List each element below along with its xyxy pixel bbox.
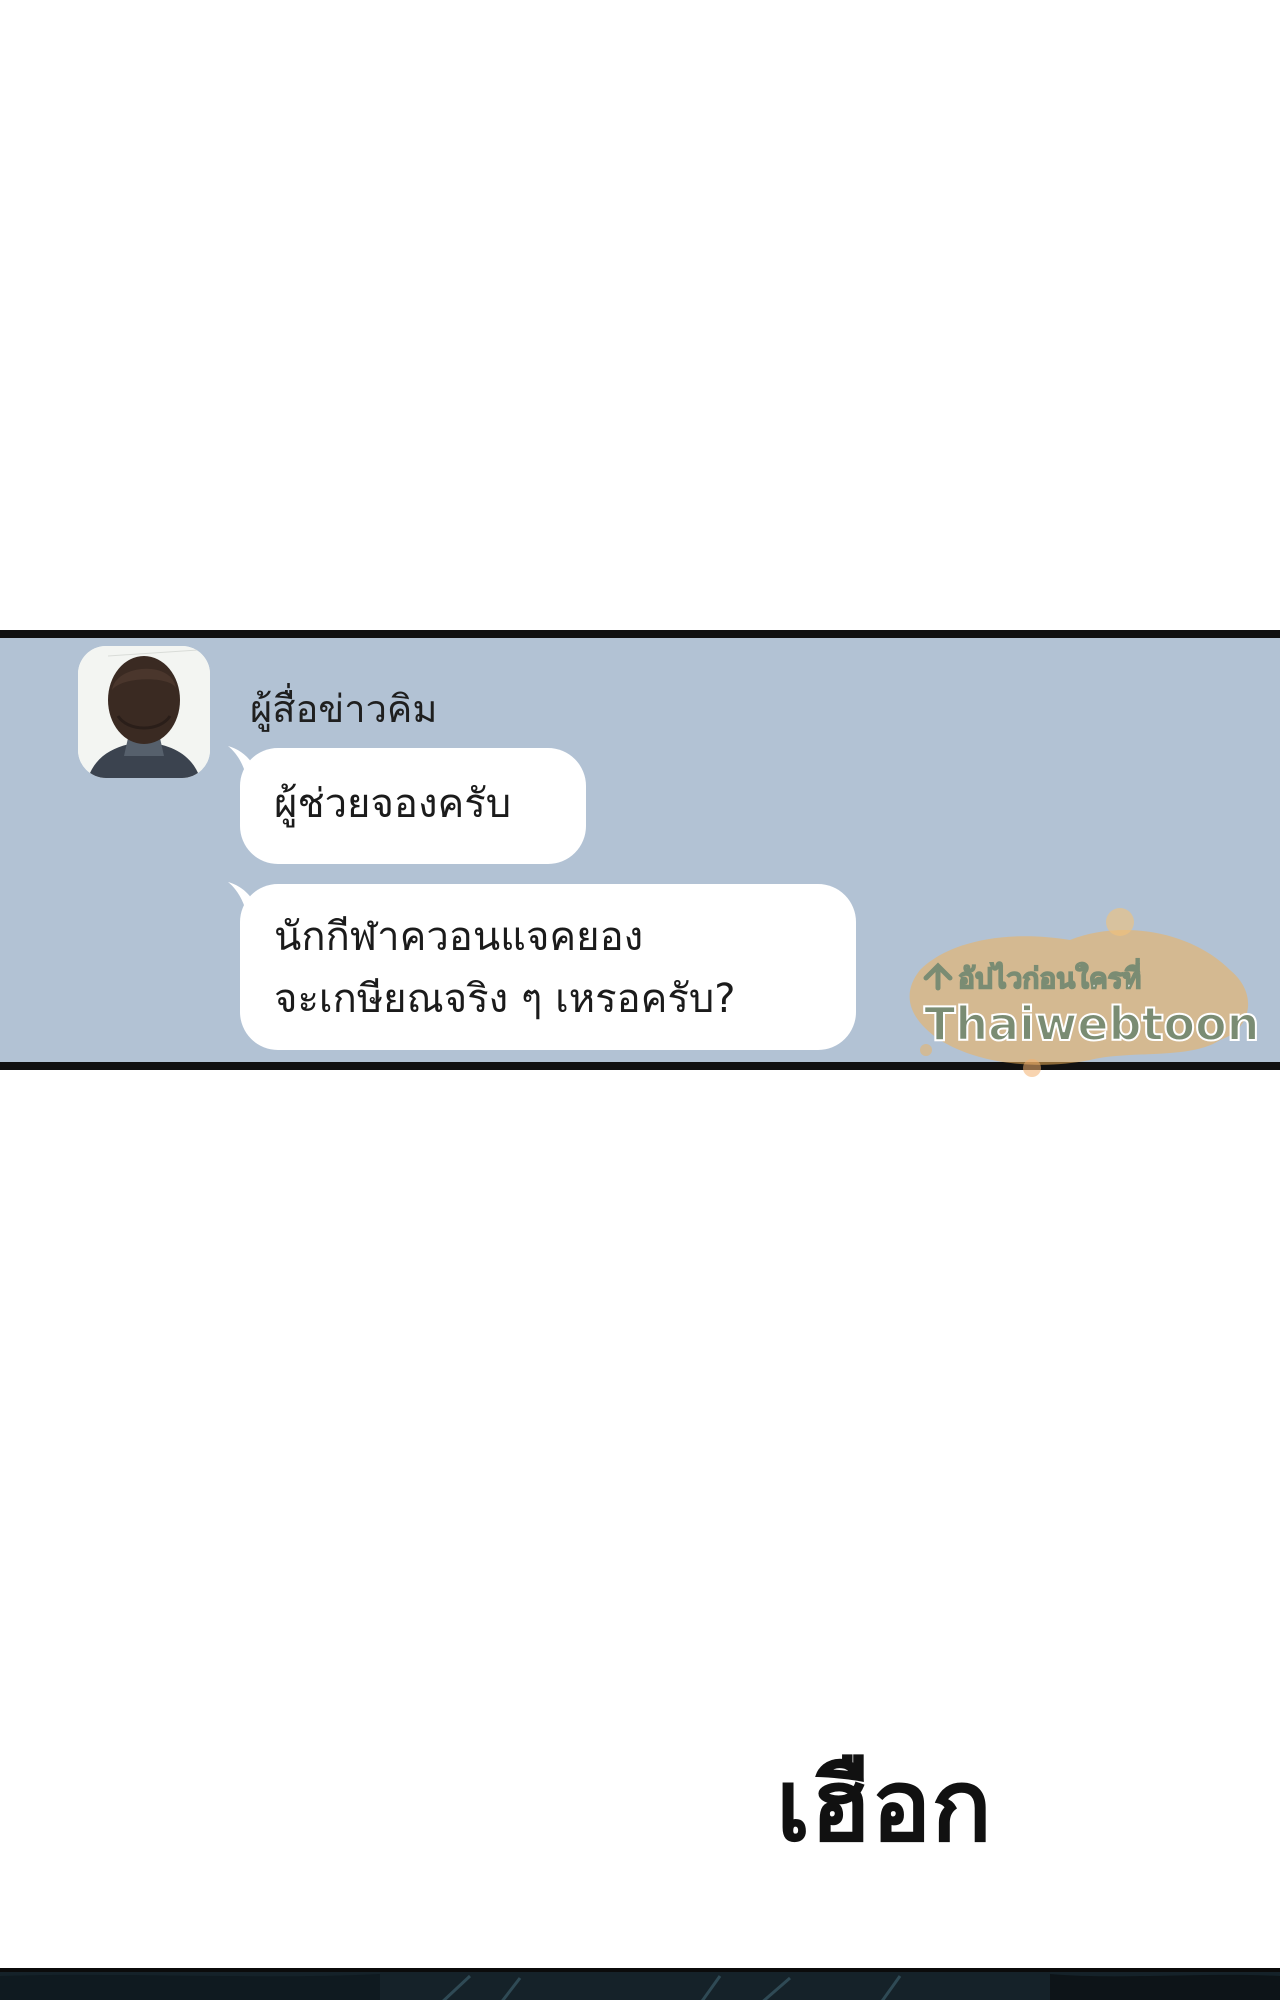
watermark-tagline: อัปไวก่อนใครที่ xyxy=(958,958,1141,995)
message-text-line: นักกีฬาควอนแจคยอง xyxy=(274,914,644,960)
avatar-person-back-icon xyxy=(78,646,210,778)
message-bubble[interactable]: นักกีฬาควอนแจคยอง จะเกษียณจริง ๆ เหรอครั… xyxy=(240,884,856,1050)
sender-avatar[interactable] xyxy=(78,646,210,778)
sound-effect: เฮือก xyxy=(776,1747,990,1864)
sound-effect-text: เฮือก xyxy=(776,1747,990,1864)
next-panel-preview xyxy=(0,1968,1280,2000)
message-bubble[interactable]: ผู้ช่วยจองครับ xyxy=(240,748,586,864)
sender-name: ผู้สื่อข่าวคิม xyxy=(250,687,438,731)
thaiwebtoon-watermark: อัปไวก่อนใครที่ Thaiwebtoon xyxy=(909,908,1261,1077)
message-text-line: จะเกษียณจริง ๆ เหรอครับ? xyxy=(274,976,736,1022)
watermark-brand: Thaiwebtoon xyxy=(924,997,1260,1051)
message-text: ผู้ช่วยจองครับ xyxy=(274,781,512,827)
next-panel-artwork xyxy=(0,1972,1280,2000)
